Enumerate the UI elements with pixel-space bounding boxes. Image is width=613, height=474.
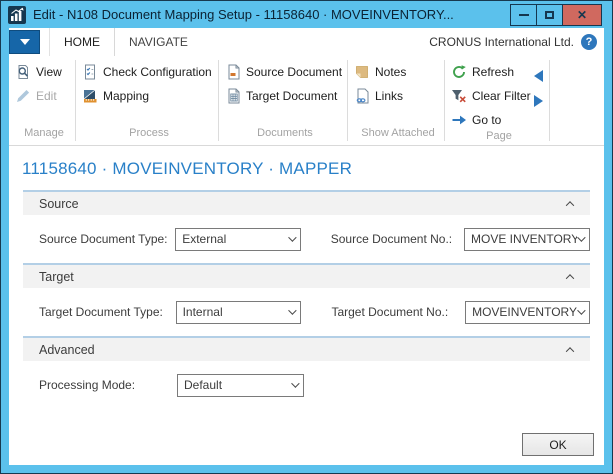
ribbon-group-label-manage: Manage [15, 127, 73, 145]
ribbon-tab-strip: HOME NAVIGATE CRONUS International Ltd. … [9, 28, 604, 56]
goto-label: Go to [472, 113, 501, 127]
source-document-button[interactable]: Source Document [225, 61, 345, 82]
section-source-body: Source Document Type: External Source Do… [23, 215, 590, 263]
help-icon[interactable]: ? [581, 34, 597, 50]
section-target: Target Target Document Type: Internal Ta… [23, 263, 590, 336]
check-configuration-button[interactable]: Check Configuration [82, 61, 216, 82]
section-source: Source Source Document Type: External So… [23, 190, 590, 263]
close-button[interactable]: ✕ [562, 4, 602, 26]
chevron-down-icon [289, 306, 297, 314]
clear-filter-button[interactable]: Clear Filter [451, 85, 531, 106]
chevron-down-icon [577, 306, 585, 314]
tab-home[interactable]: HOME [49, 28, 115, 56]
page-content: 11158640 · MOVEINVENTORY · MAPPER Source… [9, 146, 604, 465]
maximize-button[interactable] [536, 4, 563, 26]
view-button[interactable]: View [15, 61, 73, 82]
ribbon-group-manage: View Edit Manage [9, 56, 75, 145]
minimize-icon [519, 14, 529, 16]
next-record-button[interactable] [534, 95, 543, 107]
ribbon-group-process: Check Configuration Mappi [76, 56, 218, 145]
company-name: CRONUS International Ltd. [429, 35, 574, 49]
check-configuration-icon [82, 64, 98, 80]
section-target-body: Target Document Type: Internal Target Do… [23, 288, 590, 336]
notes-icon [354, 64, 370, 80]
target-document-icon [225, 88, 241, 104]
section-advanced-title: Advanced [39, 343, 95, 357]
ribbon-group-label-process: Process [82, 127, 216, 145]
target-document-button[interactable]: Target Document [225, 85, 345, 106]
ribbon-group-divider [549, 60, 550, 141]
section-source-title: Source [39, 197, 79, 211]
links-icon [354, 88, 370, 104]
mapping-icon [82, 88, 98, 104]
goto-arrow-icon [451, 112, 467, 128]
refresh-icon [451, 64, 467, 80]
section-advanced-header[interactable]: Advanced [23, 338, 590, 361]
ribbon-group-documents: Source Document [219, 56, 347, 145]
notes-button[interactable]: Notes [354, 61, 442, 82]
view-button-label: View [36, 65, 62, 79]
target-document-no-select[interactable]: MOVEINVENTORY [465, 301, 590, 324]
window-content-frame: HOME NAVIGATE CRONUS International Ltd. … [9, 28, 604, 465]
previous-record-button[interactable] [534, 70, 543, 82]
source-document-label: Source Document [246, 65, 342, 79]
ribbon-group-show-attached: Notes Links [348, 56, 444, 145]
ok-button[interactable]: OK [522, 433, 594, 456]
clear-filter-label: Clear Filter [472, 89, 531, 103]
target-document-type-select[interactable]: Internal [176, 301, 302, 324]
target-document-type-field-label: Target Document Type: [39, 305, 176, 319]
chevron-up-icon[interactable] [566, 274, 574, 282]
edit-button[interactable]: Edit [15, 85, 73, 106]
processing-mode-field-label: Processing Mode: [39, 378, 177, 392]
notes-label: Notes [375, 65, 406, 79]
page-title: 11158640 · MOVEINVENTORY · MAPPER [22, 159, 590, 179]
section-advanced-body: Processing Mode: Default [23, 361, 590, 409]
maximize-icon [545, 11, 554, 19]
ribbon-group-label-page: Page [451, 130, 547, 145]
ribbon-group-label-show-attached: Show Attached [354, 127, 442, 145]
chevron-up-icon[interactable] [566, 347, 574, 355]
title-bar[interactable]: Edit - N108 Document Mapping Setup - 111… [1, 1, 612, 28]
chevron-down-icon [577, 233, 585, 241]
chevron-down-icon [291, 379, 299, 387]
section-target-header[interactable]: Target [23, 265, 590, 288]
close-icon: ✕ [577, 9, 587, 21]
edit-pencil-icon [15, 88, 31, 104]
edit-button-label: Edit [36, 89, 57, 103]
goto-button[interactable]: Go to [451, 109, 531, 130]
tab-navigate[interactable]: NAVIGATE [115, 28, 202, 56]
source-document-no-field-label: Source Document No.: [331, 232, 464, 246]
chevron-up-icon[interactable] [566, 201, 574, 209]
source-document-type-select[interactable]: External [175, 228, 301, 251]
refresh-label: Refresh [472, 65, 514, 79]
source-document-type-field-label: Source Document Type: [39, 232, 175, 246]
ribbon-group-page: Refresh Clear Filter [445, 56, 549, 145]
mapping-button[interactable]: Mapping [82, 85, 216, 106]
section-source-header[interactable]: Source [23, 192, 590, 215]
target-document-no-field-label: Target Document No.: [331, 305, 465, 319]
ribbon-group-label-documents: Documents [225, 127, 345, 145]
mapping-label: Mapping [103, 89, 149, 103]
chevron-down-icon [288, 233, 296, 241]
clear-filter-icon [451, 88, 467, 104]
nav-chart-app-icon [8, 6, 26, 24]
window-title: Edit - N108 Document Mapping Setup - 111… [33, 7, 511, 22]
application-window: Edit - N108 Document Mapping Setup - 111… [0, 0, 613, 474]
ribbon: View Edit Manage [9, 56, 604, 146]
fasttab-sections: Source Source Document Type: External So… [23, 190, 590, 409]
section-target-title: Target [39, 270, 74, 284]
source-document-icon [225, 64, 241, 80]
target-document-label: Target Document [246, 89, 337, 103]
processing-mode-select[interactable]: Default [177, 374, 304, 397]
minimize-button[interactable] [510, 4, 537, 26]
source-document-no-select[interactable]: MOVE INVENTORY [464, 228, 590, 251]
refresh-button[interactable]: Refresh [451, 61, 531, 82]
links-label: Links [375, 89, 403, 103]
application-menu-button[interactable] [9, 30, 40, 54]
section-advanced: Advanced Processing Mode: Default [23, 336, 590, 409]
check-configuration-label: Check Configuration [103, 65, 212, 79]
view-icon [15, 64, 31, 80]
links-button[interactable]: Links [354, 85, 442, 106]
chevron-down-icon [20, 39, 30, 45]
